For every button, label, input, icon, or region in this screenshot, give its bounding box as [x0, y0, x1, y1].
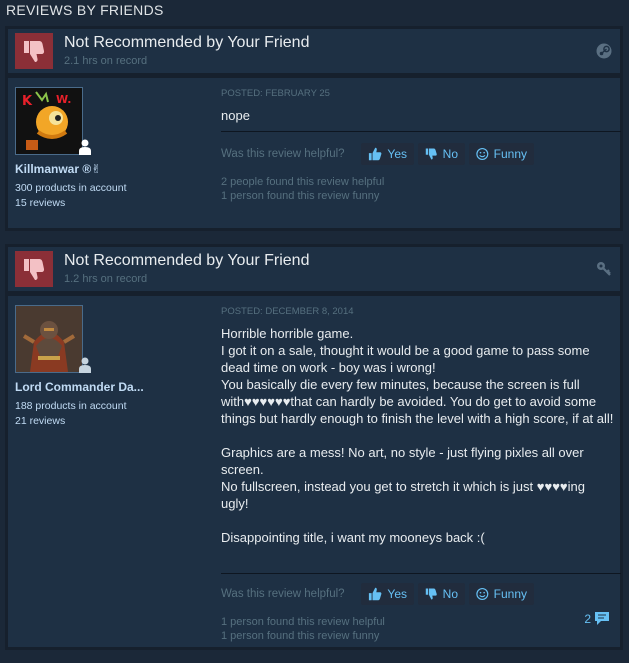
section-title: REVIEWS BY FRIENDS [6, 2, 164, 18]
helpful-question: Was this review helpful? [221, 148, 345, 160]
yes-label: Yes [387, 147, 407, 161]
reviews-count[interactable]: 15 reviews [15, 197, 65, 209]
review-card: Not Recommended by Your Friend 2.1 hrs o… [5, 26, 623, 231]
avatar[interactable]: K W. [15, 87, 83, 155]
svg-text:K: K [22, 94, 33, 109]
thumbs-down-icon [425, 588, 437, 600]
key-icon [596, 261, 612, 277]
thumbs-up-icon [368, 147, 382, 161]
review-verdict[interactable]: Not Recommended by Your Friend [64, 34, 309, 52]
review-text: Horrible horrible game. I got it on a sa… [221, 326, 614, 545]
smiley-icon [476, 147, 489, 161]
review-verdict[interactable]: Not Recommended by Your Friend [64, 252, 309, 270]
found-helpful-text: 2 people found this review helpful [221, 176, 385, 188]
funny-label: Funny [493, 587, 527, 601]
author-name[interactable]: Killmanwar ®✌ [15, 162, 101, 176]
divider [221, 573, 621, 574]
thumbs-down-icon [425, 148, 437, 160]
posted-date: POSTED: DECEMBER 8, 2014 [221, 306, 354, 317]
helpful-question: Was this review helpful? [221, 588, 345, 600]
hours-on-record: 1.2 hrs on record [64, 273, 148, 285]
no-button[interactable]: No [418, 143, 465, 165]
found-funny-text: 1 person found this review funny [221, 630, 380, 642]
review-header[interactable]: Not Recommended by Your Friend 2.1 hrs o… [8, 29, 620, 73]
smiley-icon [476, 587, 489, 601]
posted-date: POSTED: FEBRUARY 25 [221, 88, 330, 99]
friend-icon [78, 357, 92, 373]
products-count[interactable]: 300 products in account [15, 182, 127, 194]
found-funny-text: 1 person found this review funny [221, 190, 380, 202]
no-label: No [442, 147, 458, 161]
funny-button[interactable]: Funny [469, 143, 534, 165]
products-count[interactable]: 188 products in account [15, 400, 127, 412]
friend-icon [78, 139, 92, 155]
yes-button[interactable]: Yes [361, 583, 414, 605]
review-text: nope [221, 108, 250, 123]
reviews-count[interactable]: 21 reviews [15, 415, 65, 427]
hours-on-record: 2.1 hrs on record [64, 55, 148, 67]
review-card: Not Recommended by Your Friend 1.2 hrs o… [5, 244, 623, 650]
comment-count-value: 2 [584, 611, 591, 626]
steam-icon [596, 43, 612, 59]
review-header[interactable]: Not Recommended by Your Friend 1.2 hrs o… [8, 247, 620, 291]
found-helpful-text: 1 person found this review helpful [221, 616, 385, 628]
svg-text:W.: W. [56, 93, 71, 106]
thumbs-down-icon [15, 33, 53, 69]
funny-label: Funny [493, 147, 527, 161]
yes-label: Yes [387, 587, 407, 601]
no-label: No [442, 587, 458, 601]
review-body: Lord Commander Da... 188 products in acc… [8, 296, 621, 647]
divider [221, 131, 621, 132]
no-button[interactable]: No [418, 583, 465, 605]
review-body: K W. Killmanwar ®✌ 300 products in accou… [8, 78, 621, 228]
thumbs-down-icon [15, 251, 53, 287]
funny-button[interactable]: Funny [469, 583, 534, 605]
avatar[interactable] [15, 305, 83, 373]
yes-button[interactable]: Yes [361, 143, 414, 165]
author-name[interactable]: Lord Commander Da... [15, 380, 144, 394]
comment-count[interactable]: 2 [584, 611, 610, 626]
comment-bubble-icon [595, 612, 609, 625]
thumbs-up-icon [368, 587, 382, 601]
